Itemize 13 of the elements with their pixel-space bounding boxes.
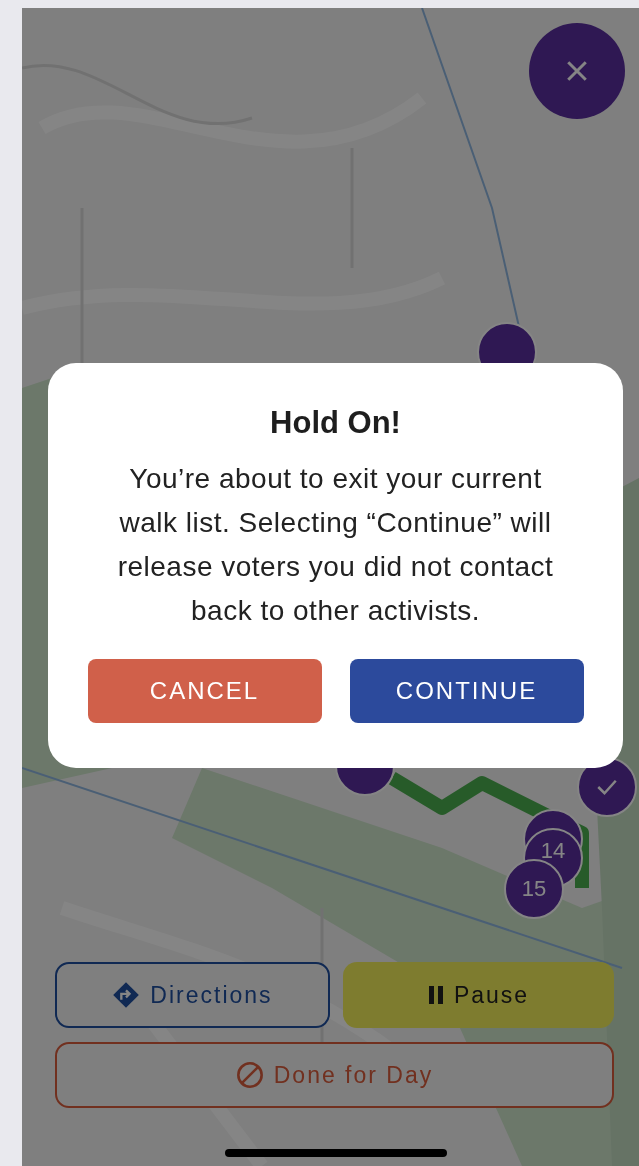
- directions-icon: [112, 981, 141, 1009]
- marker-number: 15: [521, 877, 547, 901]
- prohibited-icon: [235, 1061, 264, 1089]
- pause-icon: [427, 985, 444, 1005]
- pause-button[interactable]: Pause: [343, 962, 614, 1028]
- marker-number: 14: [540, 839, 566, 863]
- dialog-title: Hold On!: [270, 405, 401, 441]
- cancel-button[interactable]: CANCEL: [87, 659, 322, 723]
- continue-button[interactable]: CONTINUE: [349, 659, 584, 723]
- dialog-message: You’re about to exit your current walk list. Selecting “Continue” will release voters you did not contact back to other activists.: [116, 462, 555, 628]
- done-for-day-button[interactable]: Done for Day: [55, 1042, 614, 1108]
- marker-cluster[interactable]: 14 15: [504, 809, 583, 919]
- directions-button[interactable]: Directions: [55, 962, 330, 1028]
